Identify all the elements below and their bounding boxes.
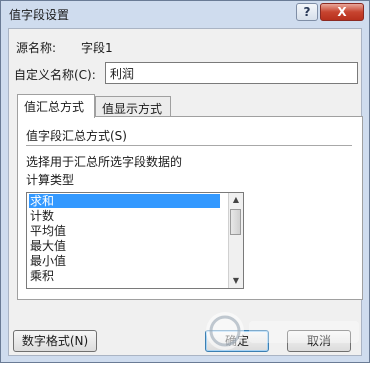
description-text-line2: 计算类型 xyxy=(26,173,75,187)
close-icon: X xyxy=(337,5,347,19)
close-button[interactable]: X xyxy=(320,3,364,21)
custom-name-input[interactable]: 利润 xyxy=(105,62,358,84)
dialog-body: 源名称: 字段1 自定义名称(C): 利润 值汇总方式 值显示方式 值字段汇总方… xyxy=(8,28,363,356)
list-item-average[interactable]: 平均值 xyxy=(29,224,220,238)
ok-button[interactable]: 确定 xyxy=(205,330,269,352)
number-format-button[interactable]: 数字格式(N) xyxy=(13,330,97,352)
description-text-line1: 选择用于汇总所选字段数据的 xyxy=(26,155,183,169)
source-name-label: 源名称: xyxy=(16,41,57,55)
summarize-tab-panel: 值字段汇总方式(S) 选择用于汇总所选字段数据的 计算类型 求和 计数 平均值 … xyxy=(17,116,363,300)
source-name-value: 字段1 xyxy=(81,41,113,55)
list-item-min[interactable]: 最小值 xyxy=(29,254,220,268)
summarize-section-label: 值字段汇总方式(S) xyxy=(26,129,127,143)
calculation-type-list[interactable]: 求和 计数 平均值 最大值 最小值 乘积 ▲ ▼ xyxy=(26,192,244,289)
list-item-product[interactable]: 乘积 xyxy=(29,269,220,283)
title-bar[interactable]: 值字段设置 ? X xyxy=(1,1,369,28)
tab-show-values-as[interactable]: 值显示方式 xyxy=(95,96,171,118)
scroll-up-arrow-icon[interactable]: ▲ xyxy=(229,193,243,207)
help-button[interactable]: ? xyxy=(296,3,318,21)
custom-name-label: 自定义名称(C): xyxy=(14,68,96,82)
scroll-thumb[interactable] xyxy=(230,209,241,235)
scroll-down-arrow-icon[interactable]: ▼ xyxy=(229,274,243,288)
list-item-sum[interactable]: 求和 xyxy=(29,194,220,208)
list-scrollbar[interactable]: ▲ ▼ xyxy=(228,193,243,288)
cancel-button[interactable]: 取消 xyxy=(287,330,351,352)
list-item-max[interactable]: 最大值 xyxy=(29,239,220,253)
value-field-settings-dialog: 值字段设置 ? X 源名称: 字段1 自定义名称(C): 利润 值汇总方式 值显… xyxy=(0,0,370,363)
section-divider xyxy=(26,145,352,146)
list-item-count[interactable]: 计数 xyxy=(29,209,220,223)
window-title: 值字段设置 xyxy=(9,8,70,22)
tab-summarize-by[interactable]: 值汇总方式 xyxy=(17,94,95,118)
